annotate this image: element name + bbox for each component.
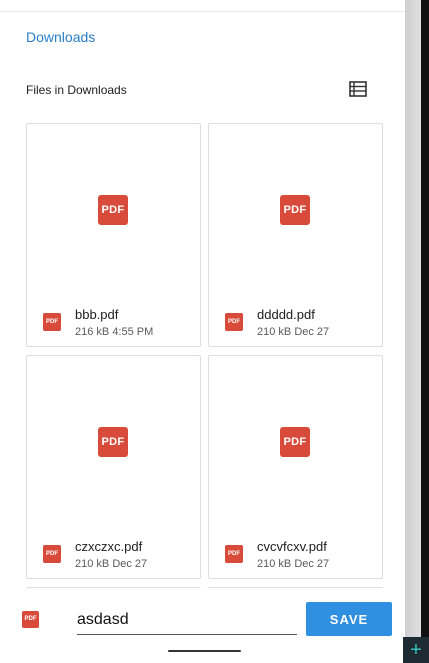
file-name: ddddd.pdf: [257, 307, 315, 322]
file-meta: 216 kB 4:55 PM: [75, 326, 153, 338]
pdf-icon: PDF: [280, 427, 310, 457]
pdf-icon: PDF: [280, 195, 310, 225]
section-title: Files in Downloads: [26, 83, 127, 97]
pdf-icon: PDF: [43, 545, 61, 563]
save-dialog: Downloads Files in Downloads PDF PDF bbb…: [0, 0, 405, 663]
breadcrumb-downloads[interactable]: Downloads: [26, 29, 95, 45]
pdf-icon: PDF: [43, 313, 61, 331]
file-name: bbb.pdf: [75, 307, 119, 322]
pdf-icon: PDF: [22, 611, 39, 628]
list-view-icon[interactable]: [349, 81, 367, 97]
nav-handle[interactable]: [168, 650, 241, 652]
file-card[interactable]: PDF PDF czxczxc.pdf 210 kB Dec 27: [26, 355, 201, 579]
filename-input[interactable]: [77, 608, 297, 635]
file-size: 210 kB: [75, 558, 110, 570]
background-window: +: [403, 0, 429, 663]
save-button[interactable]: SAVE: [306, 602, 392, 636]
pdf-icon: PDF: [98, 427, 128, 457]
pdf-icon: PDF: [225, 313, 243, 331]
file-meta: 210 kB Dec 27: [257, 558, 329, 570]
file-card[interactable]: PDF PDF bbb.pdf 216 kB 4:55 PM: [26, 123, 201, 347]
file-size: 210 kB: [257, 558, 292, 570]
file-card[interactable]: PDF PDF ddddd.pdf 210 kB Dec 27: [208, 123, 383, 347]
file-meta: 210 kB Dec 27: [75, 558, 147, 570]
file-date: Dec 27: [112, 558, 148, 570]
file-size: 210 kB: [257, 326, 292, 338]
add-icon[interactable]: +: [403, 637, 429, 663]
divider: [0, 11, 405, 12]
file-name: cvcvfcxv.pdf: [257, 539, 327, 554]
save-bar: PDF SAVE: [0, 588, 405, 663]
file-date: 4:55 PM: [112, 326, 154, 338]
pdf-icon: PDF: [225, 545, 243, 563]
window-edge: [421, 0, 429, 663]
file-card[interactable]: PDF PDF cvcvfcxv.pdf 210 kB Dec 27: [208, 355, 383, 579]
pdf-icon: PDF: [98, 195, 128, 225]
file-date: Dec 27: [294, 558, 330, 570]
file-meta: 210 kB Dec 27: [257, 326, 329, 338]
file-size: 216 kB: [75, 326, 110, 338]
file-name: czxczxc.pdf: [75, 539, 143, 554]
file-date: Dec 27: [294, 326, 330, 338]
